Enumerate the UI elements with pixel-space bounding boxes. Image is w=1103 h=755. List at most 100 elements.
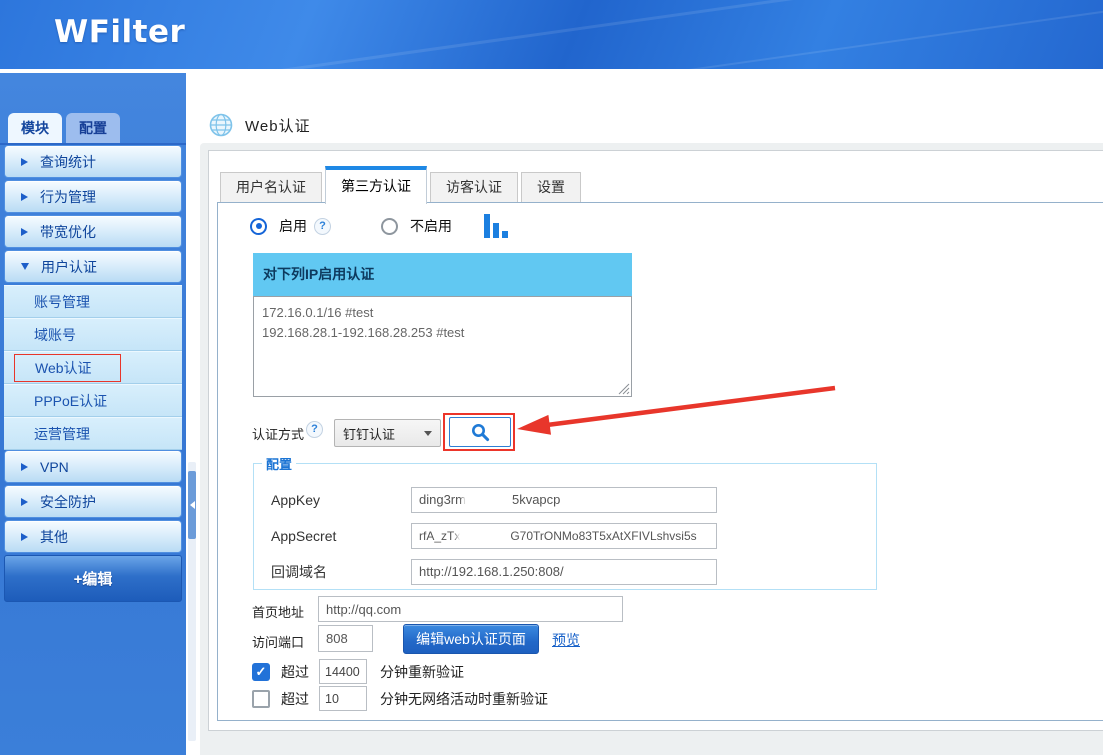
disable-label: 不启用 (410, 216, 452, 236)
sidebar-tab-modules[interactable]: 模块 (8, 113, 62, 143)
sidebar: 模块 配置 查询统计 行为管理 带宽优化 用户认证 账号管理 域账号 Web认证 (0, 73, 186, 755)
header-streak (183, 0, 877, 71)
chevron-right-icon (21, 463, 28, 471)
sidebar-item-label: 用户认证 (41, 257, 97, 277)
sidebar-tab-config[interactable]: 配置 (66, 113, 120, 143)
disable-radio[interactable] (381, 218, 398, 235)
appkey-value-suffix: 5kvapcp (512, 492, 560, 507)
chevron-right-icon (21, 228, 28, 236)
sidebar-subitem-label: 域账号 (34, 325, 76, 345)
sidebar-collapse-handle[interactable] (188, 471, 196, 539)
enable-label: 启用 (279, 216, 307, 236)
tab-username-auth[interactable]: 用户名认证 (220, 172, 322, 202)
masked-text-smudge (466, 493, 512, 506)
sidebar-item-others[interactable]: 其他 (4, 520, 182, 553)
sidebar-subitem-label: PPPoE认证 (34, 391, 107, 411)
sidebar-item-label: 其他 (40, 527, 68, 547)
sidebar-item-label: 安全防护 (40, 492, 96, 512)
chevron-down-icon (21, 263, 29, 270)
magnifier-icon (470, 422, 490, 442)
option-suffix: 分钟重新验证 (380, 662, 464, 682)
masked-text-smudge (460, 529, 510, 542)
chevron-right-icon (21, 193, 28, 201)
sidebar-subitem-label: 账号管理 (34, 292, 90, 312)
port-input[interactable] (318, 625, 373, 652)
tab-thirdparty-auth[interactable]: 第三方认证 (325, 166, 427, 204)
ip-list-header: 对下列IP启用认证 (253, 253, 632, 296)
globe-icon (209, 113, 233, 137)
port-label: 访问端口 (252, 632, 304, 651)
chevron-down-icon (424, 431, 432, 436)
appkey-row: AppKey ding3rm 5kvapcp (271, 487, 717, 513)
search-button[interactable] (449, 417, 511, 447)
edit-web-auth-page-button[interactable]: 编辑web认证页面 (403, 624, 539, 654)
enable-radio[interactable] (250, 218, 267, 235)
app-logo: WFilter (54, 14, 185, 50)
sidebar-menu: 查询统计 行为管理 带宽优化 用户认证 账号管理 域账号 Web认证 PPPoE… (4, 145, 182, 602)
option-suffix: 分钟无网络活动时重新验证 (380, 689, 548, 709)
appsecret-value-suffix: G70TrONMo83T5xAtXFIVLshvsi5s (510, 529, 696, 543)
sidebar-subitem-domain-account[interactable]: 域账号 (4, 318, 182, 351)
header-streak (503, 9, 1103, 71)
callback-domain-row: 回调域名 http://192.168.1.250:808/ (271, 559, 717, 585)
callback-domain-input[interactable]: http://192.168.1.250:808/ (411, 559, 717, 585)
idle-minutes-input[interactable] (319, 686, 367, 711)
callback-domain-value: http://192.168.1.250:808/ (419, 564, 564, 579)
appkey-label: AppKey (271, 492, 411, 508)
sidebar-item-label: 行为管理 (40, 187, 96, 207)
preview-link[interactable]: 预览 (552, 630, 580, 650)
auth-method-selected-value: 钉钉认证 (343, 424, 395, 443)
edit-menu-button[interactable]: +编辑 (4, 555, 182, 602)
sidebar-subitem-operation-mgmt[interactable]: 运营管理 (4, 417, 182, 450)
chevron-right-icon (21, 498, 28, 506)
appsecret-label: AppSecret (271, 528, 411, 544)
sidebar-item-security[interactable]: 安全防护 (4, 485, 182, 518)
homepage-input[interactable] (318, 596, 623, 622)
sidebar-subitem-account-mgmt[interactable]: 账号管理 (4, 285, 182, 318)
sidebar-item-label: 带宽优化 (40, 222, 96, 242)
sidebar-item-query-stats[interactable]: 查询统计 (4, 145, 182, 178)
chevron-right-icon (21, 158, 28, 166)
appkey-value-prefix: ding3rm (419, 492, 466, 507)
sidebar-item-vpn[interactable]: VPN (4, 450, 182, 483)
checkbox-unchecked[interactable] (252, 690, 270, 708)
page-title: Web认证 (245, 115, 311, 136)
sidebar-item-label: VPN (40, 459, 69, 475)
sidebar-item-label: 查询统计 (40, 152, 96, 172)
appsecret-row: AppSecret rfA_zTx G70TrONMo83T5xAtXFIVLsh… (271, 523, 717, 549)
appkey-input[interactable]: ding3rm 5kvapcp (411, 487, 717, 513)
sidebar-subitem-label-highlighted: Web认证 (14, 354, 121, 382)
config-legend: 配置 (262, 454, 296, 473)
checkbox-checked[interactable] (252, 663, 270, 681)
sidebar-subitem-web-auth[interactable]: Web认证 (4, 351, 182, 384)
help-icon[interactable]: ? (306, 421, 323, 438)
config-fieldset: 配置 AppKey ding3rm 5kvapcp AppSecret rfA_z… (253, 454, 877, 590)
auth-method-label: 认证方式 (252, 424, 304, 443)
sidebar-subitem-pppoe-auth[interactable]: PPPoE认证 (4, 384, 182, 417)
reauth-timeout-row: 超过 分钟重新验证 (252, 659, 464, 684)
tab-settings[interactable]: 设置 (521, 172, 581, 202)
page-header: Web认证 (209, 113, 311, 137)
bar-chart-icon[interactable] (484, 214, 508, 238)
auth-tabs: 用户名认证 第三方认证 访客认证 设置 (220, 165, 581, 203)
help-icon[interactable]: ? (314, 218, 331, 235)
sidebar-item-behavior[interactable]: 行为管理 (4, 180, 182, 213)
top-header: WFilter (0, 0, 1103, 71)
timeout-minutes-input[interactable] (319, 659, 367, 684)
sidebar-tabs: 模块 配置 (8, 113, 120, 143)
appsecret-input[interactable]: rfA_zTx G70TrONMo83T5xAtXFIVLshvsi5s (411, 523, 717, 549)
ip-list-textarea[interactable]: 172.16.0.1/16 #test 192.168.28.1-192.168… (253, 296, 632, 397)
chevron-left-icon (190, 501, 195, 509)
tab-guest-auth[interactable]: 访客认证 (430, 172, 518, 202)
sidebar-item-user-auth[interactable]: 用户认证 (4, 250, 182, 283)
reauth-idle-row: 超过 分钟无网络活动时重新验证 (252, 686, 548, 711)
auth-method-select[interactable]: 钉钉认证 (334, 419, 441, 447)
option-prefix: 超过 (281, 689, 309, 709)
sidebar-subitem-label: 运营管理 (34, 424, 90, 444)
appsecret-value-prefix: rfA_zTx (419, 529, 460, 543)
chevron-right-icon (21, 533, 28, 541)
callback-domain-label: 回调域名 (271, 562, 411, 582)
enable-radio-row: 启用 ? 不启用 (250, 213, 508, 239)
sidebar-item-bandwidth[interactable]: 带宽优化 (4, 215, 182, 248)
homepage-label: 首页地址 (252, 602, 304, 621)
